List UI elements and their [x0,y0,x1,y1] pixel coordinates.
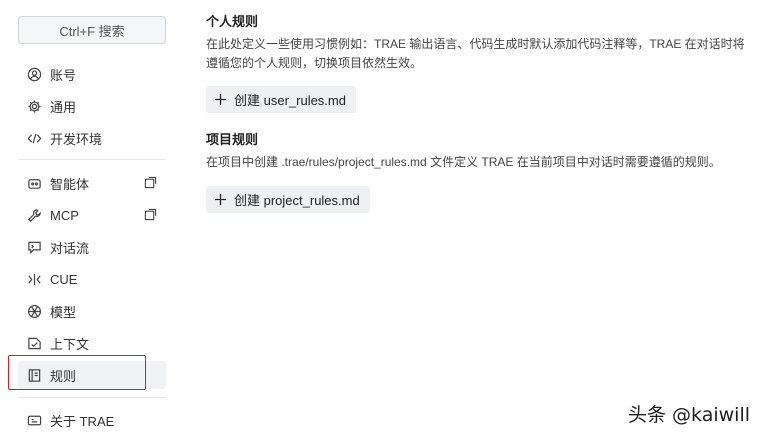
create-project-rules-button[interactable]: 创建 project_rules.md [206,186,370,213]
sidebar-item-general[interactable]: 通用 [18,92,166,120]
sidebar-item-label: 账号 [50,67,77,83]
cue-icon [26,271,42,287]
external-link-icon[interactable] [144,208,158,222]
plus-icon [214,93,228,107]
sidebar-item-label: 对话流 [50,240,90,256]
create-project-rules-label: 创建 project_rules.md [234,193,360,208]
sidebar-item-mcp[interactable]: MCP [18,201,166,229]
sidebar-item-agents[interactable]: 智能体 [18,169,166,197]
sidebar-item-dev-env[interactable]: 开发环境 [18,124,166,152]
external-link-icon[interactable] [144,176,158,190]
sidebar-divider [18,159,166,160]
plus-icon [214,193,228,207]
context-icon [26,335,42,351]
sidebar-item-context[interactable]: 上下文 [18,329,166,357]
info-icon [26,412,42,428]
sidebar-item-about[interactable]: 关于 TRAE [18,406,166,434]
chat-icon [26,239,42,255]
personal-rules-description-line: 在此处定义一些使用习惯例如：TRAE 输出语言、代码生成时默认添加代码注释等，T… [206,37,745,51]
user-circle-icon [26,66,42,82]
robot-icon [26,175,42,191]
personal-rules-description: 在此处定义一些使用习惯例如：TRAE 输出语言、代码生成时默认添加代码注释等，T… [206,35,751,73]
sidebar-item-label: 智能体 [50,176,90,192]
wrench-icon [26,207,42,223]
create-user-rules-label: 创建 user_rules.md [234,93,346,108]
sidebar-item-rules[interactable]: 规则 [18,361,166,389]
sidebar-item-model[interactable]: 模型 [18,297,166,325]
sidebar-item-label: 模型 [50,304,77,320]
code-icon [26,130,42,146]
personal-rules-title: 个人规则 [206,14,259,29]
create-user-rules-button[interactable]: 创建 user_rules.md [206,86,356,113]
project-rules-description: 在项目中创建 .trae/rules/project_rules.md 文件定义… [206,155,721,169]
rules-panel: 个人规则 在此处定义一些使用习惯例如：TRAE 输出语言、代码生成时默认添加代码… [206,0,762,436]
sidebar-item-label: 关于 TRAE [50,413,115,429]
sidebar-item-label: MCP [50,207,79,223]
sidebar-divider [18,397,166,398]
watermark: 头条 @kaiwill [628,404,751,426]
model-icon [26,303,42,319]
sidebar-item-label: 上下文 [50,336,90,352]
sidebar-item-cue[interactable]: CUE [18,265,166,293]
sidebar-item-label: CUE [50,271,78,287]
rules-book-icon [26,367,42,383]
sidebar-item-label: 规则 [50,368,77,384]
sidebar-item-label: 通用 [50,99,77,115]
settings-window: Ctrl+F 搜索 账号 通用 开发环境 智能体 MCP 对话流 CUE 模型 … [0,0,766,436]
project-rules-title: 项目规则 [206,132,259,147]
sidebar-item-dialog-flow[interactable]: 对话流 [18,233,166,261]
sidebar-item-account[interactable]: 账号 [18,60,166,88]
gear-icon [26,98,42,114]
sidebar: Ctrl+F 搜索 账号 通用 开发环境 智能体 MCP 对话流 CUE 模型 … [0,0,180,436]
sidebar-item-label: 开发环境 [50,131,103,147]
search-input[interactable]: Ctrl+F 搜索 [18,16,166,44]
personal-rules-description-line: 遵循您的个人规则，切换项目依然生效。 [206,56,423,70]
